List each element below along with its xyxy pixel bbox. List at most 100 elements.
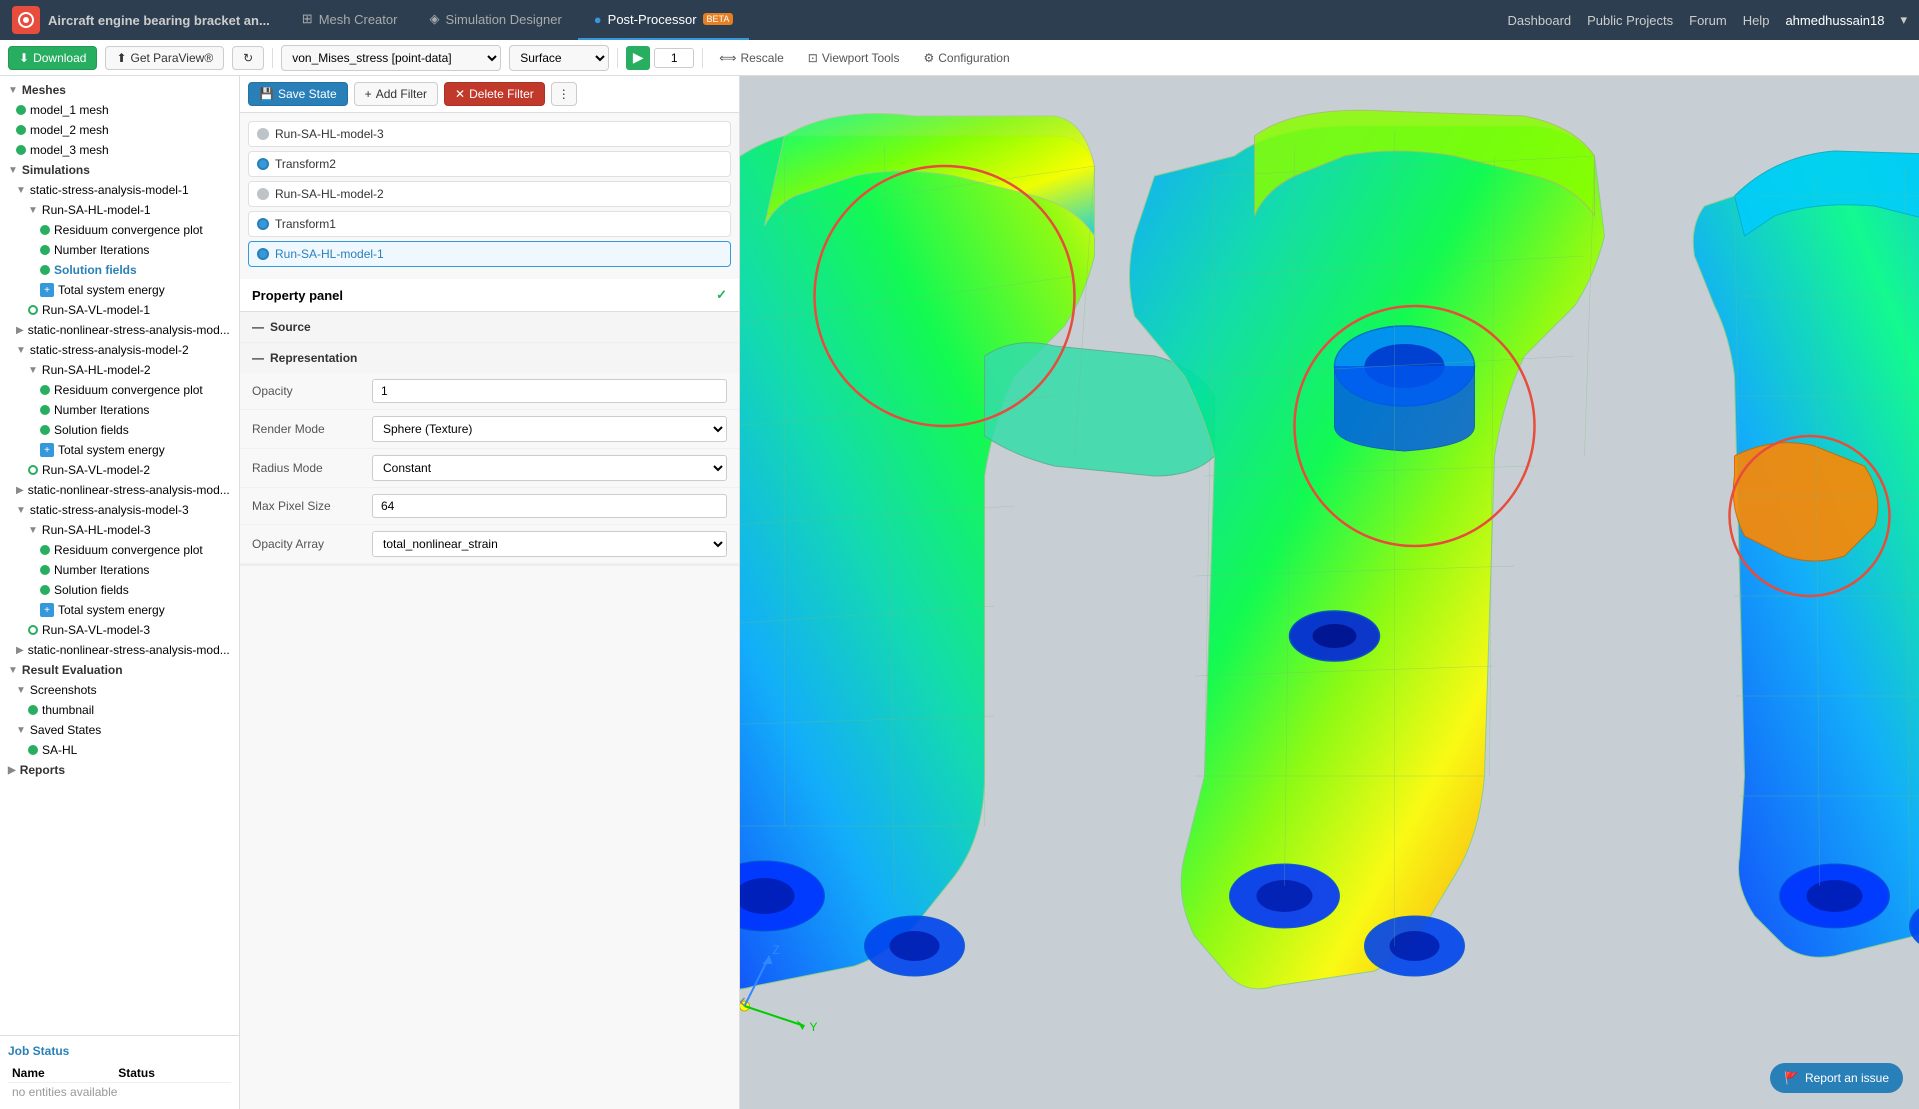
radius-mode-label: Radius Mode [252,461,372,475]
nav-user[interactable]: ahmedhussain18 [1785,13,1884,28]
configuration-icon: ⚙ [923,51,934,65]
run-sa-hl-2-chevron: ▼ [28,365,38,376]
sidebar-item-model3-mesh[interactable]: model_3 mesh [0,140,239,160]
representation-selector[interactable]: Surface [509,45,609,71]
configuration-button[interactable]: ⚙ Configuration [915,47,1017,69]
sidebar-item-solution-fields-1[interactable]: Solution fields [0,260,239,280]
get-paraview-icon: ⬆ [116,51,126,65]
nav-tabs: ⊞ Mesh Creator ◈ Simulation Designer ● P… [286,0,1508,40]
nav-help[interactable]: Help [1743,13,1770,28]
sidebar-item-total-energy-3[interactable]: + Total system energy [0,600,239,620]
rescale-label: Rescale [740,51,783,65]
pipeline-item-run-sa-hl-2[interactable]: Run-SA-HL-model-2 [248,181,731,207]
sidebar-item-num-iter-1[interactable]: Number Iterations [0,240,239,260]
sidebar-item-solution-fields-2[interactable]: Solution fields [0,420,239,440]
radius-mode-select[interactable]: Constant [372,455,727,481]
brand: Aircraft engine bearing bracket an... [12,6,270,34]
sidebar-item-run-sa-vl-3[interactable]: Run-SA-VL-model-3 [0,620,239,640]
sidebar-item-residuum-3[interactable]: Residuum convergence plot [0,540,239,560]
sidebar-item-ssa-model-2[interactable]: ▼ static-stress-analysis-model-2 [0,340,239,360]
tab-mesh-creator[interactable]: ⊞ Mesh Creator [286,0,414,40]
configuration-label: Configuration [938,51,1009,65]
meshes-section[interactable]: ▼ Meshes [0,80,239,100]
tab-post-processor[interactable]: ● Post-Processor BETA [578,0,750,40]
download-button[interactable]: ⬇ Download [8,46,97,70]
rescale-button[interactable]: ⟺ Rescale [711,47,792,69]
render-mode-select[interactable]: Sphere (Texture) [372,416,727,442]
run-sa-hl-3-chevron: ▼ [28,525,38,536]
sidebar-item-snsa-mod-2[interactable]: ▶ static-nonlinear-stress-analysis-mod..… [0,480,239,500]
sidebar-item-saved-states[interactable]: ▼ Saved States [0,720,239,740]
status-dot [40,385,50,395]
save-state-icon: 💾 [259,87,274,101]
tab-mesh-creator-label: Mesh Creator [319,12,398,27]
source-section-header[interactable]: — Source [240,312,739,342]
delete-filter-button[interactable]: ✕ Delete Filter [444,82,545,106]
simulations-section[interactable]: ▼ Simulations [0,160,239,180]
sidebar-item-snsa-mod-1[interactable]: ▶ static-nonlinear-stress-analysis-mod..… [0,320,239,340]
reports-section[interactable]: ▶ Reports [0,760,239,780]
pipeline-item-run-sa-hl-1[interactable]: Run-SA-HL-model-1 [248,241,731,267]
sidebar-item-run-sa-hl-3[interactable]: ▼ Run-SA-HL-model-3 [0,520,239,540]
field-selector[interactable]: von_Mises_stress [point-data] [281,45,501,71]
sidebar-item-residuum-1[interactable]: Residuum convergence plot [0,220,239,240]
nav-forum[interactable]: Forum [1689,13,1727,28]
viewport-tools-label: Viewport Tools [822,51,900,65]
status-dot [40,545,50,555]
opacity-input[interactable] [372,379,727,403]
playback-controls: ▶ [626,46,694,70]
sidebar-item-thumbnail[interactable]: thumbnail [0,700,239,720]
nav-public-projects[interactable]: Public Projects [1587,13,1673,28]
reports-label: Reports [20,763,65,777]
sidebar-item-model2-mesh[interactable]: model_2 mesh [0,120,239,140]
reports-chevron: ▶ [8,765,16,776]
sidebar-item-total-energy-2[interactable]: + Total system energy [0,440,239,460]
pipeline-item-transform2[interactable]: Transform2 [248,151,731,177]
refresh-button[interactable]: ↻ [232,46,264,70]
sidebar-item-solution-fields-3[interactable]: Solution fields [0,580,239,600]
plus-dot: + [40,283,54,297]
sidebar-item-total-energy-1[interactable]: + Total system energy [0,280,239,300]
report-issue-button[interactable]: 🚩 Report an issue [1770,1063,1903,1093]
tab-simulation-designer[interactable]: ◈ Simulation Designer [413,0,577,40]
sidebar-item-model1-mesh[interactable]: model_1 mesh [0,100,239,120]
sidebar-item-num-iter-3[interactable]: Number Iterations [0,560,239,580]
frame-input[interactable] [654,48,694,68]
sidebar-item-sa-hl[interactable]: SA-HL [0,740,239,760]
sidebar-item-run-sa-hl-2[interactable]: ▼ Run-SA-HL-model-2 [0,360,239,380]
viewport-tools-button[interactable]: ⊡ Viewport Tools [800,47,908,69]
status-dot [28,625,38,635]
radius-mode-row: Radius Mode Constant [240,449,739,488]
separator-2 [617,48,618,68]
sidebar-item-ssa-model-3[interactable]: ▼ static-stress-analysis-model-3 [0,500,239,520]
pipeline-extra-button[interactable]: ⋮ [551,82,577,106]
play-button[interactable]: ▶ [626,46,650,70]
sidebar-item-run-sa-vl-2[interactable]: Run-SA-VL-model-2 [0,460,239,480]
max-pixel-size-input[interactable] [372,494,727,518]
tab-post-label: Post-Processor [608,12,697,27]
opacity-array-select[interactable]: total_nonlinear_strain [372,531,727,557]
max-pixel-size-row: Max Pixel Size [240,488,739,525]
sidebar-item-run-sa-vl-1[interactable]: Run-SA-VL-model-1 [0,300,239,320]
sidebar-item-run-sa-hl-1[interactable]: ▼ Run-SA-HL-model-1 [0,200,239,220]
sidebar-item-snsa-mod-3[interactable]: ▶ static-nonlinear-stress-analysis-mod..… [0,640,239,660]
get-paraview-button[interactable]: ⬆ Get ParaView® [105,46,224,70]
pipeline-item-run-sa-hl-3[interactable]: Run-SA-HL-model-3 [248,121,731,147]
sidebar-item-ssa-model-1[interactable]: ▼ static-stress-analysis-model-1 [0,180,239,200]
separator-1 [272,48,273,68]
representation-section-header[interactable]: — Representation [240,343,739,373]
nav-dashboard[interactable]: Dashboard [1508,13,1572,28]
sidebar-item-screenshots[interactable]: ▼ Screenshots [0,680,239,700]
pipeline-item-transform1[interactable]: Transform1 [248,211,731,237]
status-dot [40,265,50,275]
status-dot [40,585,50,595]
sidebar-item-num-iter-2[interactable]: Number Iterations [0,400,239,420]
property-panel: Property panel ✓ — Source — Representati… [240,279,739,566]
sidebar-item-residuum-2[interactable]: Residuum convergence plot [0,380,239,400]
viewport[interactable]: Y Z von_Mises_stress (Pa) [740,76,1919,1109]
pipeline-list: Run-SA-HL-model-3 Transform2 Run-SA-HL-m… [240,113,739,279]
add-filter-button[interactable]: + Add Filter [354,82,438,106]
result-eval-section[interactable]: ▼ Result Evaluation [0,660,239,680]
save-state-button[interactable]: 💾 Save State [248,82,348,106]
viewport-canvas: Y Z von_Mises_stress (Pa) [740,76,1919,1109]
